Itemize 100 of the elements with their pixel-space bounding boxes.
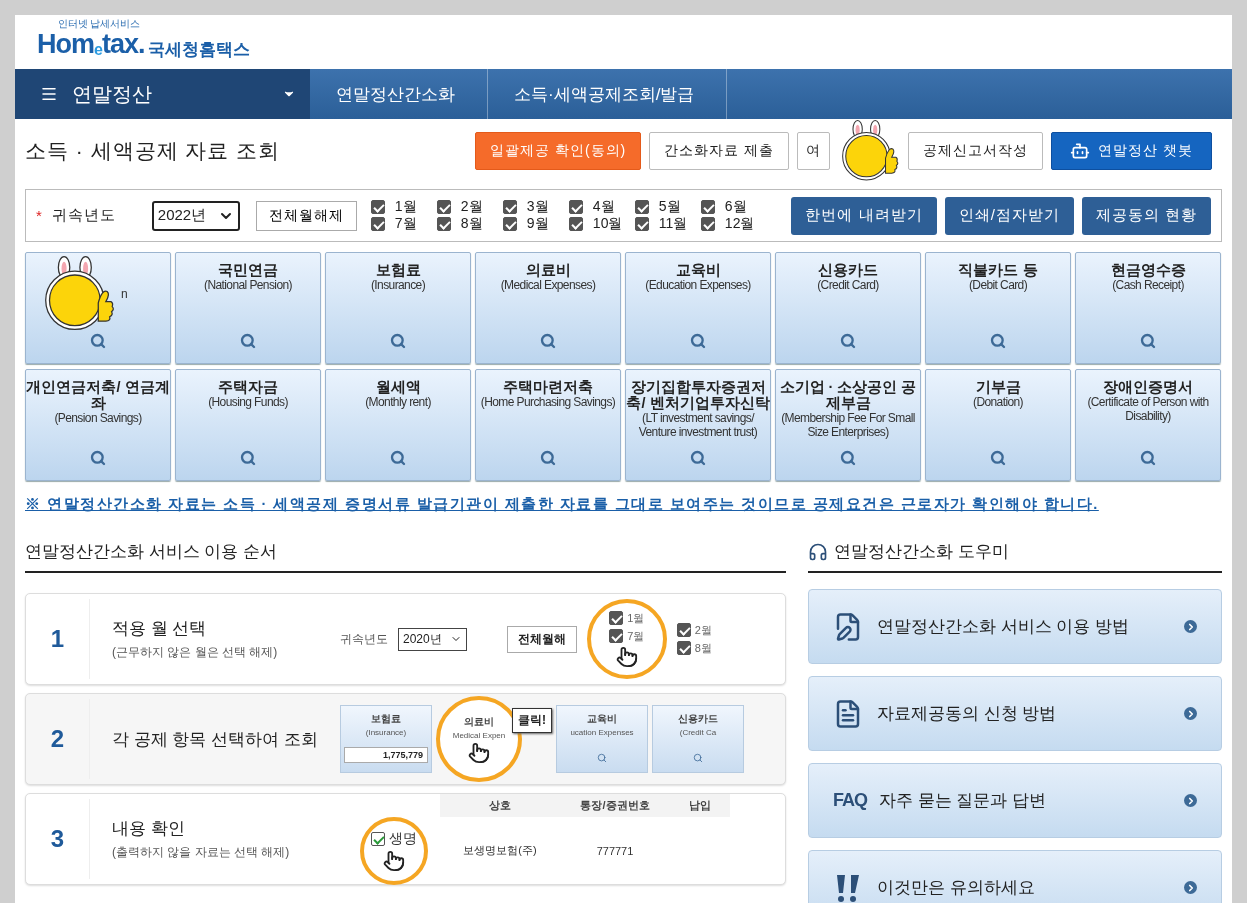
- deduction-tile[interactable]: 국민연금 (National Pension): [175, 252, 321, 364]
- search-icon: [840, 333, 856, 349]
- magnified-text: 생명: [389, 829, 417, 848]
- breadcrumb-link[interactable]: 연말정산간소화: [310, 69, 488, 119]
- deduction-tile[interactable]: 개인연금저축/ 연금계좌 (Pension Savings): [25, 369, 171, 481]
- tile-title: 국민연금: [218, 262, 278, 278]
- month-label: 11월: [658, 215, 688, 233]
- tile-title: 월세액: [375, 379, 421, 395]
- search-icon: [240, 450, 256, 466]
- tile-subtitle: (Medical Expenses): [499, 278, 597, 292]
- menu-icon: [40, 85, 58, 103]
- deduction-tile[interactable]: 의료비 (Medical Expenses): [475, 252, 621, 364]
- checkbox[interactable]: [634, 200, 649, 214]
- tile-title: 직불카드 등: [958, 262, 1038, 278]
- helper-link-card[interactable]: 연말정산간소화 서비스 이용 방법: [808, 589, 1222, 664]
- checkbox[interactable]: [436, 200, 451, 214]
- month-label: 7월: [627, 628, 645, 644]
- preview-tile-title: 보험료: [371, 712, 401, 726]
- helper-link-card[interactable]: 이것만은 유의하세요: [808, 850, 1222, 903]
- deduction-tile[interactable]: 현금영수증 (Cash Receipt): [1075, 252, 1221, 364]
- tile-subtitle: (Housing Funds): [207, 395, 289, 409]
- action-button[interactable]: 제공동의 현황: [1081, 196, 1211, 235]
- step-number: 1: [26, 599, 90, 679]
- tile-subtitle: (Insurance): [369, 278, 427, 292]
- step-title: 내용 확인: [112, 818, 186, 840]
- tile-subtitle: (National Pension): [203, 278, 293, 292]
- search-icon: [840, 450, 856, 466]
- page-title: 소득 · 세액공제 자료 조회: [25, 138, 282, 164]
- preview-tile-subtitle: ucation Expenses: [570, 728, 634, 737]
- step-title: 각 공제 항목 선택하여 조회: [112, 728, 319, 751]
- tile-title: 주택자금: [218, 379, 278, 395]
- action-button[interactable]: 인쇄/점자받기: [944, 196, 1074, 235]
- clear-months-button[interactable]: 전체월해제: [255, 200, 357, 231]
- year-label: 귀속년도: [340, 630, 388, 648]
- checkbox[interactable]: [634, 217, 649, 231]
- tile-title: 개인연금저축/ 연금계좌: [26, 379, 170, 411]
- deduction-tile[interactable]: 장기집합투자증권저축/ 벤처기업투자신탁 (LT investment savings/ Venture investment trust): [625, 369, 771, 481]
- checkbox[interactable]: [502, 217, 517, 231]
- tile-subtitle: (Pension Savings): [53, 411, 143, 425]
- checkbox[interactable]: [700, 200, 715, 214]
- click-callout: 클릭!: [512, 708, 552, 733]
- tile-title: 기부금: [975, 379, 1021, 395]
- tile-title: 소기업 · 소상공인 공제부금: [778, 379, 918, 411]
- deduction-tile[interactable]: 소기업 · 소상공인 공제부금 (Membership Fee For Small Size Enterprises): [775, 369, 921, 481]
- deduction-tile[interactable]: 장애인증명서 (Certificate of Person with Disability): [1075, 369, 1221, 481]
- deduction-tile[interactable]: 직불카드 등 (Debit Card): [925, 252, 1071, 364]
- search-icon: [597, 753, 607, 763]
- checkbox[interactable]: [568, 217, 583, 231]
- search-icon: [240, 333, 256, 349]
- tile-subtitle: (Certificate of Person with Disability): [1086, 395, 1210, 423]
- breadcrumb-link[interactable]: 소득·세액공제조회/발급: [488, 69, 728, 119]
- checkbox[interactable]: [370, 200, 385, 214]
- month-label: 8월: [460, 215, 483, 233]
- deduction-tile[interactable]: 기부금 (Donation): [925, 369, 1071, 481]
- menu-dropdown[interactable]: 연말정산: [15, 69, 310, 119]
- action-button[interactable]: 간소화자료 제출: [649, 132, 790, 170]
- tile-title: 의료비: [525, 262, 571, 278]
- preview-tile-subtitle: (Credit Ca: [679, 728, 717, 737]
- preview-tile-subtitle: Medical Expen: [452, 730, 506, 740]
- checkbox[interactable]: [700, 217, 715, 231]
- deduction-tile[interactable]: 주택자금 (Housing Funds): [175, 369, 321, 481]
- chevron-icon: [1184, 881, 1197, 894]
- month-label: 1월: [394, 198, 417, 216]
- action-button[interactable]: 한번에 내려받기: [791, 196, 937, 235]
- table-header: 납입: [670, 793, 730, 817]
- year-select[interactable]: 2022년: [151, 200, 240, 231]
- month-label: 4월: [592, 198, 615, 216]
- deduction-tile[interactable]: 주택마련저축 (Home Purchasing Savings): [475, 369, 621, 481]
- deduction-tile[interactable]: 교육비 (Education Expenses): [625, 252, 771, 364]
- checkbox[interactable]: [370, 217, 385, 231]
- search-icon: [390, 450, 406, 466]
- chevron-icon: [1184, 620, 1197, 633]
- tile-subtitle: (Credit Card): [816, 278, 880, 292]
- deduction-tile[interactable]: n: [25, 252, 171, 364]
- logo-tagline: 인터넷 납세서비스: [57, 17, 141, 31]
- deduction-tile[interactable]: 월세액 (Monthly rent): [325, 369, 471, 481]
- year-label: 귀속년도: [51, 206, 117, 225]
- search-icon: [1140, 333, 1156, 349]
- checkbox[interactable]: [502, 200, 517, 214]
- deduction-tile[interactable]: 신용카드 (Credit Card): [775, 252, 921, 364]
- tile-title: 현금영수증: [1110, 262, 1186, 278]
- month-label: 3월: [526, 198, 549, 216]
- deduction-tile[interactable]: 보험료 (Insurance): [325, 252, 471, 364]
- search-icon: [390, 333, 406, 349]
- action-button[interactable]: 공제신고서작성: [908, 132, 1044, 170]
- action-button[interactable]: 여: [797, 132, 831, 170]
- search-icon: [90, 333, 106, 349]
- search-icon: [693, 753, 703, 763]
- tile-subtitle: (Education Expenses): [644, 278, 752, 292]
- helper-link-card[interactable]: FAQ 자주 묻는 질문과 답변: [808, 763, 1222, 838]
- month-label: 8월: [694, 640, 712, 656]
- checkbox[interactable]: [568, 200, 583, 214]
- search-icon: [1140, 450, 1156, 466]
- checkbox[interactable]: [436, 217, 451, 231]
- tile-title: 신용카드: [818, 262, 878, 278]
- tile-title: 교육비: [675, 262, 721, 278]
- hand-pointer-icon: [383, 849, 405, 872]
- helper-link-card[interactable]: 자료제공동의 신청 방법: [808, 676, 1222, 751]
- notice-link[interactable]: ※ 연말정산간소화 자료는 소득 · 세액공제 증명서류 발급기관이 제출한 자료를 그대로 보여주는 것이므로 공제요건은 근로자가 확인해야 합니다.: [25, 495, 1222, 514]
- chatbot-button[interactable]: 연말정산 챗봇: [1051, 132, 1212, 170]
